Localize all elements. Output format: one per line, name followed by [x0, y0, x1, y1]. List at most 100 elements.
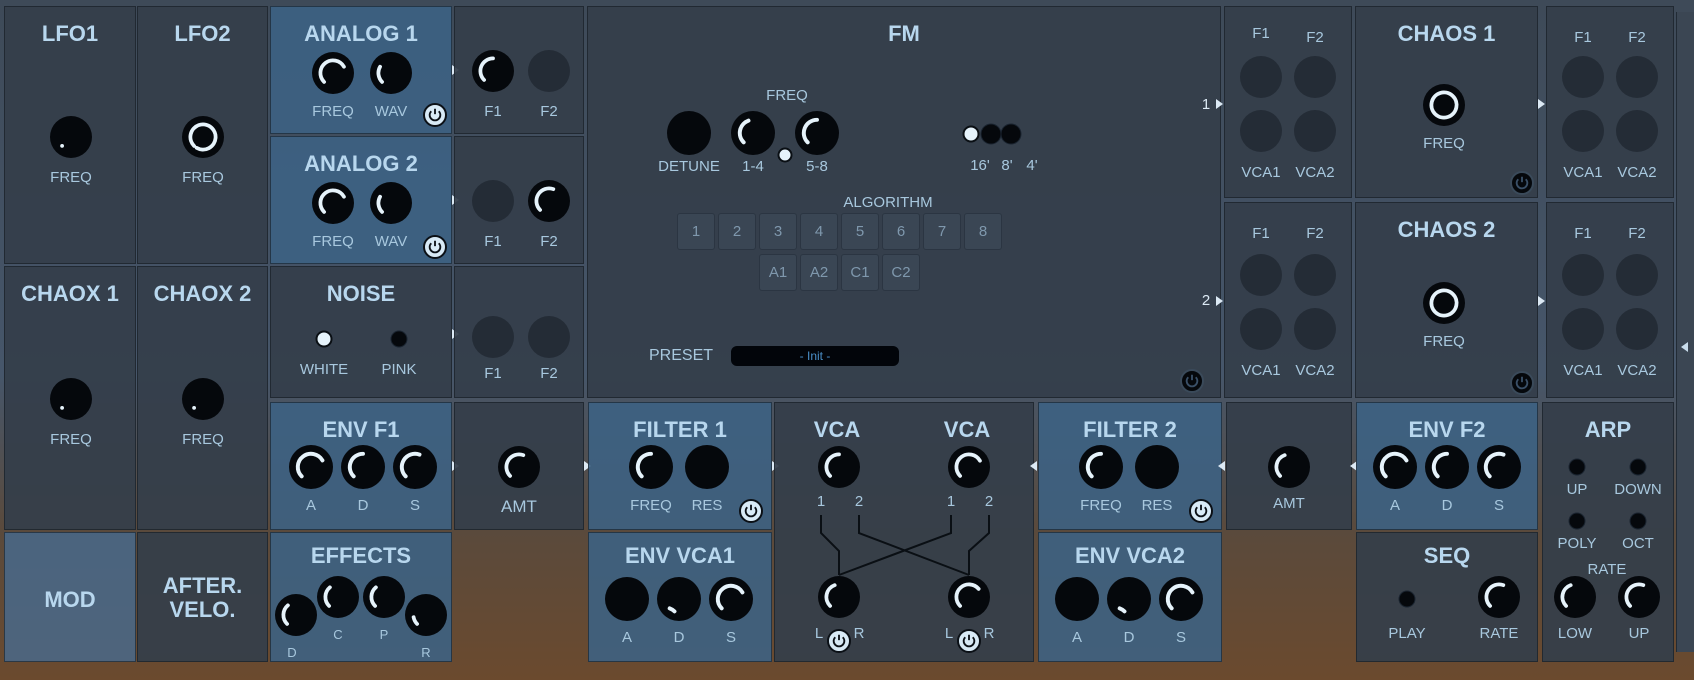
envvca1-s-knob[interactable]	[709, 577, 753, 621]
algorithm-7-button[interactable]: 7	[923, 213, 961, 250]
out1-vca2-slot[interactable]	[1294, 110, 1336, 152]
out2-vca1-slot[interactable]	[1240, 308, 1282, 350]
arp-poly-switch[interactable]	[1568, 512, 1586, 530]
chaos2-power-button[interactable]	[1510, 371, 1534, 395]
chaox2-freq-knob[interactable]	[182, 378, 224, 420]
vca-left-power-button[interactable]	[827, 629, 851, 653]
analog2-wav-knob[interactable]	[370, 182, 412, 224]
chaos2-vca1-slot[interactable]	[1562, 308, 1604, 350]
preset-selector[interactable]: - Init -	[731, 346, 899, 366]
analog1-f2-slot[interactable]	[528, 50, 570, 92]
algorithm-a1-button[interactable]: A1	[759, 254, 797, 291]
chaos1-vca1-slot[interactable]	[1562, 110, 1604, 152]
filter2-res-knob[interactable]	[1135, 445, 1179, 489]
analog2-freq-knob[interactable]	[312, 182, 354, 224]
algorithm-3-button[interactable]: 3	[759, 213, 797, 250]
seq-play-switch[interactable]	[1398, 590, 1416, 608]
arp-down-switch[interactable]	[1629, 458, 1647, 476]
arp-oct-switch[interactable]	[1629, 512, 1647, 530]
envvca2-a-knob[interactable]	[1055, 577, 1099, 621]
out1-vca1-slot[interactable]	[1240, 110, 1282, 152]
out1-f1-slot[interactable]	[1240, 56, 1282, 98]
noise-white-switch[interactable]	[315, 330, 333, 348]
algorithm-c1-button[interactable]: C1	[841, 254, 879, 291]
chaox1-freq-knob[interactable]	[50, 378, 92, 420]
fm-freq-5-8-knob[interactable]	[795, 111, 839, 155]
out2-vca2-slot[interactable]	[1294, 308, 1336, 350]
filter1-res-knob[interactable]	[685, 445, 729, 489]
seq-rate-knob[interactable]	[1478, 576, 1520, 618]
vca-right-pan-knob[interactable]	[948, 576, 990, 618]
chaos2-f2-slot[interactable]	[1616, 254, 1658, 296]
out2-f2-slot[interactable]	[1294, 254, 1336, 296]
envf1-a-knob[interactable]	[289, 445, 333, 489]
envvca1-d-knob[interactable]	[657, 577, 701, 621]
chaos2-freq-knob[interactable]	[1423, 282, 1465, 324]
fm-oct-8-switch[interactable]	[980, 123, 1002, 145]
envf2-d-knob[interactable]	[1425, 445, 1469, 489]
algorithm-4-button[interactable]: 4	[800, 213, 838, 250]
vca-left-pan-knob[interactable]	[818, 576, 860, 618]
algorithm-2-button[interactable]: 2	[718, 213, 756, 250]
effects-d-knob[interactable]	[275, 594, 317, 636]
algorithm-c2-button[interactable]: C2	[882, 254, 920, 291]
noise-pink-switch[interactable]	[390, 330, 408, 348]
lfo1-freq-knob[interactable]	[50, 116, 92, 158]
filter2-freq-knob[interactable]	[1079, 445, 1123, 489]
effects-p-knob[interactable]	[363, 576, 405, 618]
fm-freq-1-4-knob[interactable]	[731, 111, 775, 155]
amt2-knob[interactable]	[1268, 446, 1310, 488]
algorithm-5-button[interactable]: 5	[841, 213, 879, 250]
analog1-wav-knob[interactable]	[370, 52, 412, 94]
fm-freq-link-switch[interactable]	[777, 147, 793, 163]
arp-up-knob[interactable]	[1618, 576, 1660, 618]
envf2-s-knob[interactable]	[1477, 445, 1521, 489]
fm-oct-16-switch[interactable]	[962, 125, 980, 143]
algorithm-6-button[interactable]: 6	[882, 213, 920, 250]
filter1-freq-knob[interactable]	[629, 445, 673, 489]
envvca2-s-knob[interactable]	[1159, 577, 1203, 621]
algorithm-a2-button[interactable]: A2	[800, 254, 838, 291]
effects-c-knob[interactable]	[317, 576, 359, 618]
filter1-power-button[interactable]	[739, 499, 763, 523]
chaos2-vca2-slot[interactable]	[1616, 308, 1658, 350]
mod-button[interactable]: MOD	[4, 532, 136, 662]
amt1-knob[interactable]	[498, 446, 540, 488]
chaos1-f2-slot[interactable]	[1616, 56, 1658, 98]
envf1-d-knob[interactable]	[341, 445, 385, 489]
envf1-s-knob[interactable]	[393, 445, 437, 489]
analog2-f2-knob[interactable]	[528, 180, 570, 222]
fm-oct-4-switch[interactable]	[1000, 123, 1022, 145]
noise-f2-slot[interactable]	[528, 316, 570, 358]
filter1-title: FILTER 1	[633, 417, 727, 442]
filter2-power-button[interactable]	[1189, 499, 1213, 523]
chaos2-f1-slot[interactable]	[1562, 254, 1604, 296]
arp-up-switch[interactable]	[1568, 458, 1586, 476]
envvca1-a-knob[interactable]	[605, 577, 649, 621]
lfo2-freq-knob[interactable]	[182, 116, 224, 158]
analog2-power-button[interactable]	[423, 235, 447, 259]
out1-f2-slot[interactable]	[1294, 56, 1336, 98]
side-scrollbar[interactable]	[1676, 12, 1694, 652]
fm-power-button[interactable]	[1180, 369, 1204, 393]
out2-f1-slot[interactable]	[1240, 254, 1282, 296]
arp-low-knob[interactable]	[1554, 576, 1596, 618]
after-velo-button[interactable]: AFTER. VELO.	[137, 532, 268, 662]
algorithm-8-button[interactable]: 8	[964, 213, 1002, 250]
noise-f1-slot[interactable]	[472, 316, 514, 358]
fm-detune-knob[interactable]	[667, 111, 711, 155]
analog2-f1-slot[interactable]	[472, 180, 514, 222]
scroll-left-arrow-icon[interactable]	[1681, 342, 1688, 352]
envf2-a-knob[interactable]	[1373, 445, 1417, 489]
analog1-freq-knob[interactable]	[312, 52, 354, 94]
chaos1-f1-slot[interactable]	[1562, 56, 1604, 98]
chaos1-power-button[interactable]	[1510, 171, 1534, 195]
analog1-f1-knob[interactable]	[472, 50, 514, 92]
effects-r-knob[interactable]	[405, 594, 447, 636]
chaos1-freq-knob[interactable]	[1423, 84, 1465, 126]
chaos1-vca2-slot[interactable]	[1616, 110, 1658, 152]
algorithm-1-button[interactable]: 1	[677, 213, 715, 250]
vca-right-power-button[interactable]	[957, 629, 981, 653]
envvca2-d-knob[interactable]	[1107, 577, 1151, 621]
analog1-power-button[interactable]	[423, 103, 447, 127]
